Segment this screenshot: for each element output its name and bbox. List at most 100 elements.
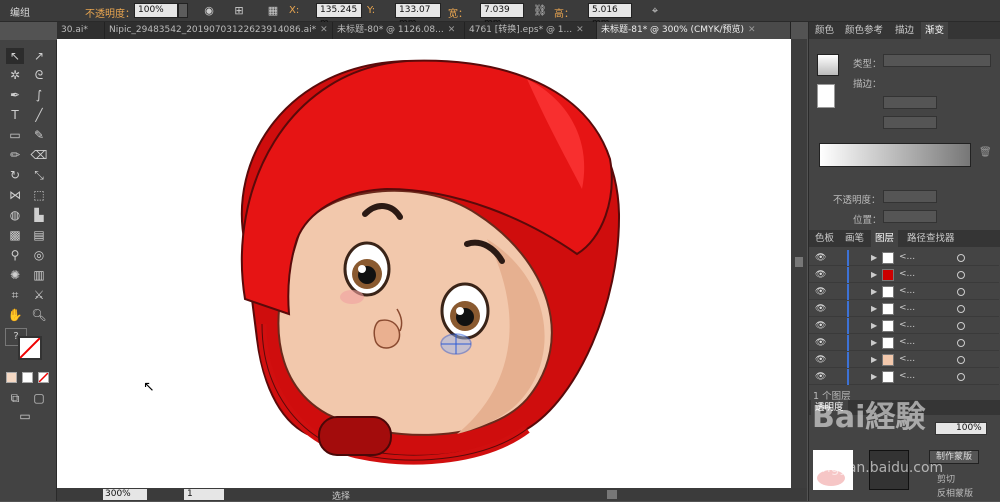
symbol-sprayer-icon[interactable]: ✺ (6, 267, 24, 283)
aspect-field[interactable] (883, 116, 937, 129)
opacity-dropdown[interactable] (178, 3, 188, 18)
hand-tool-icon[interactable]: ✋ (6, 307, 24, 323)
screen-mode-icon[interactable]: ▭ (16, 408, 34, 424)
zoom-tool-icon[interactable]: 🔍︎ (30, 307, 48, 323)
artboard-page-field[interactable]: 1 (184, 489, 224, 500)
artboard[interactable]: ↖ (57, 39, 791, 488)
tab-stroke[interactable]: 描边 (891, 22, 918, 39)
eye-icon[interactable]: 👁︎ (815, 270, 826, 280)
stroke-swatch[interactable] (18, 336, 42, 360)
graph-tool-icon[interactable]: ▥ (30, 267, 48, 283)
target-icon[interactable] (957, 322, 965, 330)
x-input[interactable]: 135.245 m (316, 3, 362, 28)
position-field[interactable] (883, 210, 937, 223)
blend-tool-icon[interactable]: ◎ (30, 247, 48, 263)
direct-selection-tool-icon[interactable]: ↗ (30, 48, 48, 64)
doc-tab-2[interactable]: Nipic_29483542_20190703122623914086.ai* ✕ (105, 22, 333, 39)
tab-swatches[interactable]: 色板 (811, 230, 838, 247)
gradient-thumbnail[interactable] (817, 54, 839, 76)
target-icon[interactable] (957, 305, 965, 313)
target-icon[interactable] (957, 356, 965, 364)
transform-icon[interactable]: ⌖ (648, 4, 662, 18)
fill-stroke-icon[interactable] (817, 84, 835, 108)
curvature-tool-icon[interactable]: ∫ (30, 87, 48, 103)
perspective-grid-icon[interactable]: ▙ (30, 207, 48, 223)
opacity-input[interactable]: 100% (134, 3, 178, 18)
gradient-opacity-field[interactable] (883, 190, 937, 203)
gradient-mode-icon[interactable] (22, 372, 33, 383)
reference-point-icon[interactable]: ▦ (266, 4, 280, 18)
magic-wand-icon[interactable]: ✲ (6, 67, 24, 83)
eye-icon[interactable]: 👁︎ (815, 253, 826, 263)
eye-icon[interactable]: 👁︎ (815, 304, 826, 314)
canvas-area[interactable]: ↖ (57, 39, 791, 488)
gradient-type-select[interactable] (883, 54, 991, 67)
color-mode-icon[interactable] (6, 372, 17, 383)
recolor-icon[interactable]: ◉ (202, 4, 216, 18)
layer-row[interactable]: 👁︎ ▶ <... (809, 284, 999, 300)
mesh-tool-icon[interactable]: ▩ (6, 227, 24, 243)
doc-tab-1[interactable]: 30.ai* (57, 22, 105, 39)
width-tool-icon[interactable]: ⋈ (6, 187, 24, 203)
doc-tab-3[interactable]: 未标题-80* @ 1126.08... ✕ (333, 22, 465, 39)
layer-row[interactable]: 👁︎ ▶ <... (809, 352, 999, 368)
free-transform-icon[interactable]: ⬚ (30, 187, 48, 203)
artboard-tool-icon[interactable]: ⌗ (6, 287, 24, 303)
layer-row[interactable]: 👁︎ ▶ <... (809, 301, 999, 317)
eye-icon[interactable]: 👁︎ (815, 372, 826, 382)
pen-tool-icon[interactable]: ✒ (6, 87, 24, 103)
doc-tab-4[interactable]: 4761 [转换].eps* @ 1... ✕ (465, 22, 597, 39)
constrain-link-icon[interactable]: ⛓ (533, 4, 547, 18)
gradient-tool-icon[interactable]: ▤ (30, 227, 48, 243)
eyedropper-icon[interactable]: ⚲ (6, 247, 24, 263)
tab-brushes[interactable]: 画笔 (841, 230, 868, 247)
tab-color[interactable]: 颜色 (811, 22, 838, 39)
eye-icon[interactable]: 👁︎ (815, 321, 826, 331)
draw-mode-icon[interactable]: ⧉ (6, 390, 24, 406)
tab-color-guide[interactable]: 颜色参考 (841, 22, 887, 39)
none-mode-icon[interactable] (38, 372, 49, 383)
layer-row[interactable]: 👁︎ ▶ <... (809, 335, 999, 351)
eye-icon[interactable]: 👁︎ (815, 338, 826, 348)
selection-tool-icon[interactable]: ↖ (6, 48, 24, 64)
y-input[interactable]: 133.07 mm (395, 3, 441, 28)
trash-icon[interactable]: 🗑︎ (979, 147, 992, 158)
eye-icon[interactable]: 👁︎ (815, 287, 826, 297)
invert-mask-checkbox[interactable]: 反相蒙版 (937, 486, 973, 499)
scroll-thumb[interactable] (795, 257, 803, 267)
paintbrush-icon[interactable]: ✎ (30, 127, 48, 143)
eye-icon[interactable]: 👁︎ (815, 355, 826, 365)
width-input[interactable]: 7.039 mm (480, 3, 524, 28)
doc-tab-active[interactable]: 未标题-81* @ 300% (CMYK/预览) ✕ (597, 22, 791, 39)
target-icon[interactable] (957, 373, 965, 381)
layer-row[interactable]: 👁︎ ▶ <... (809, 318, 999, 334)
rectangle-tool-icon[interactable]: ▭ (6, 127, 24, 143)
gradient-slider[interactable] (819, 143, 971, 167)
horizontal-scroll-thumb[interactable] (607, 490, 617, 499)
zoom-field[interactable]: 300% (103, 489, 147, 500)
line-tool-icon[interactable]: ╱ (30, 107, 48, 123)
angle-field[interactable] (883, 96, 937, 109)
tab-pathfinder[interactable]: 路径查找器 (903, 230, 959, 247)
slice-tool-icon[interactable]: ⚔ (30, 287, 48, 303)
lasso-icon[interactable]: ᘓ (30, 67, 48, 83)
shape-builder-icon[interactable]: ◍ (6, 207, 24, 223)
tab-layers[interactable]: 图层 (871, 230, 899, 247)
layer-row[interactable]: 👁︎ ▶ <... (809, 250, 999, 266)
target-icon[interactable] (957, 339, 965, 347)
type-tool-icon[interactable]: T (6, 107, 24, 123)
target-icon[interactable] (957, 288, 965, 296)
eraser-icon[interactable]: ⌫ (30, 147, 48, 163)
target-icon[interactable] (957, 271, 965, 279)
layer-row[interactable]: 👁︎ ▶ <... (809, 369, 999, 385)
vertical-scrollbar[interactable] (791, 39, 807, 488)
layer-row[interactable]: 👁︎ ▶ <... (809, 267, 999, 283)
rotate-tool-icon[interactable]: ↻ (6, 167, 24, 183)
draw-inside-icon[interactable]: ▢ (30, 390, 48, 406)
height-input[interactable]: 5.016 mm (588, 3, 632, 28)
pencil-icon[interactable]: ✏ (6, 147, 24, 163)
scale-tool-icon[interactable]: ⤡ (30, 167, 48, 183)
tab-gradient[interactable]: 渐变 (921, 22, 949, 39)
align-icon[interactable]: ⊞ (232, 4, 246, 18)
target-icon[interactable] (957, 254, 965, 262)
